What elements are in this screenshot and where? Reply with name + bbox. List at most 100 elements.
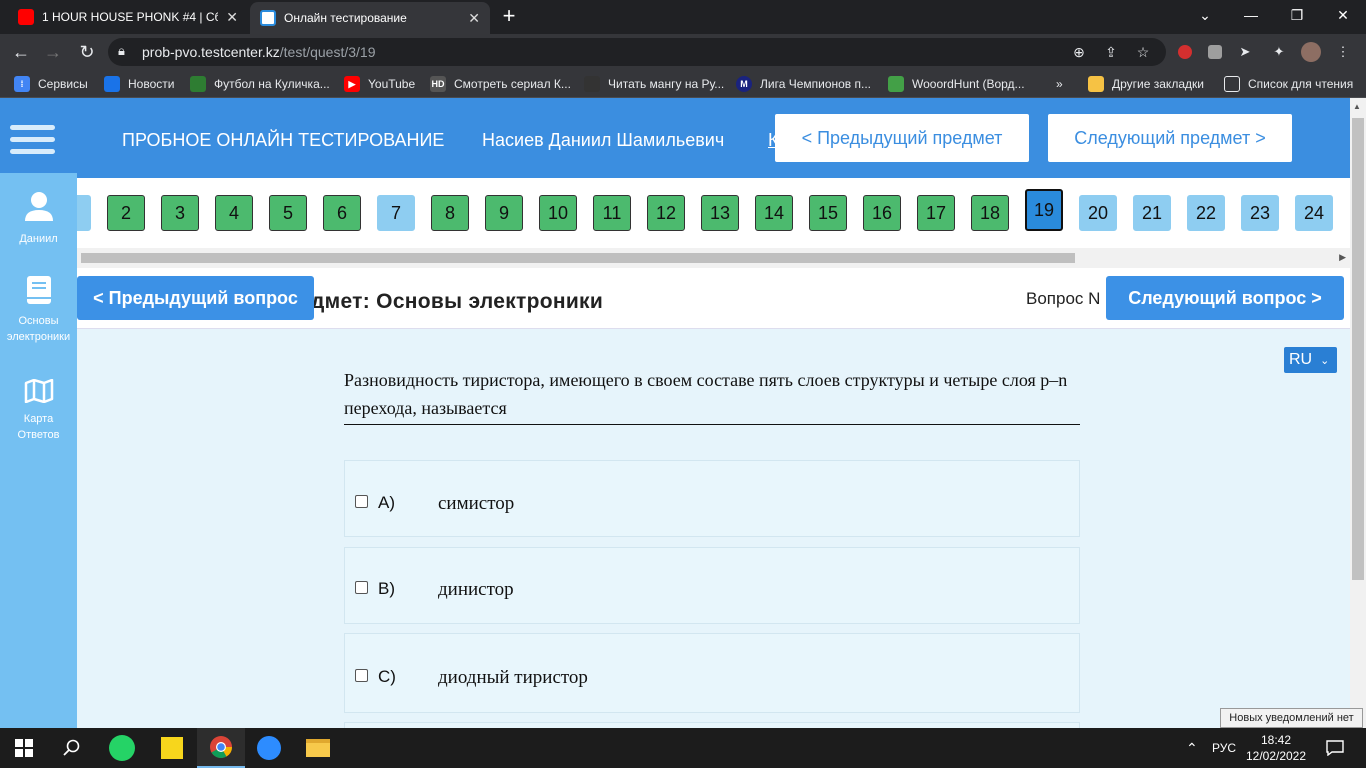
- bookmark-item[interactable]: HD Смотреть сериал К...: [430, 70, 571, 98]
- scroll-up-arrow-icon[interactable]: ▲: [1353, 102, 1361, 111]
- bookmark-label: Футбол на Куличка...: [214, 77, 330, 91]
- whatsapp-icon[interactable]: [98, 728, 146, 768]
- question-number-22[interactable]: 22: [1187, 195, 1225, 231]
- question-number-18[interactable]: 18: [971, 195, 1009, 231]
- question-number-19[interactable]: 19: [1025, 189, 1063, 231]
- zoom-icon[interactable]: [245, 728, 293, 768]
- question-number-11[interactable]: 11: [593, 195, 631, 231]
- zoom-icon[interactable]: ⊕: [1068, 38, 1090, 66]
- share-icon[interactable]: ⇪: [1100, 38, 1122, 66]
- bookmark-item[interactable]: Читать мангу на Ру...: [584, 70, 724, 98]
- browser-tab[interactable]: 1 HOUR HOUSE PHONK #4 | Сбо ✕: [8, 0, 248, 34]
- question-number-16[interactable]: 16: [863, 195, 901, 231]
- bookmark-item[interactable]: ▶ YouTube: [344, 70, 415, 98]
- menu-kebab-icon[interactable]: ⋮: [1332, 41, 1354, 63]
- horizontal-scrollbar-thumb[interactable]: [81, 253, 1075, 263]
- vertical-scrollbar[interactable]: ▲: [1350, 98, 1366, 728]
- web-page: ПРОБНОЕ ОНЛАЙН ТЕСТИРОВАНИЕ Насиев Дании…: [0, 98, 1350, 728]
- question-number-24[interactable]: 24: [1295, 195, 1333, 231]
- question-number-9[interactable]: 9: [485, 195, 523, 231]
- input-language[interactable]: РУС: [1212, 728, 1236, 768]
- bookmark-item[interactable]: Футбол на Куличка...: [190, 70, 330, 98]
- reading-list[interactable]: Список для чтения: [1224, 70, 1353, 98]
- question-number-7[interactable]: 7: [377, 195, 415, 231]
- search-icon[interactable]: [48, 728, 96, 768]
- browser-tab-strip: 1 HOUR HOUSE PHONK #4 | Сбо ✕ Онлайн тес…: [0, 0, 1366, 34]
- bookmark-item[interactable]: ⁞ Сервисы: [14, 70, 88, 98]
- question-number-13[interactable]: 13: [701, 195, 739, 231]
- windows-start-icon[interactable]: [0, 728, 48, 768]
- question-number-6[interactable]: 6: [323, 195, 361, 231]
- question-number-2[interactable]: 2: [107, 195, 145, 231]
- answer-checkbox[interactable]: [355, 669, 368, 682]
- forward-arrow-icon[interactable]: →: [40, 40, 66, 64]
- vertical-scrollbar-thumb[interactable]: [1352, 118, 1364, 580]
- answer-checkbox[interactable]: [355, 581, 368, 594]
- new-tab-button[interactable]: +: [498, 4, 520, 28]
- prev-question-button[interactable]: < Предыдущий вопрос: [77, 276, 314, 320]
- subject-title: дмет: Основы электроники: [311, 290, 604, 313]
- question-number-15[interactable]: 15: [809, 195, 847, 231]
- question-number-17[interactable]: 17: [917, 195, 955, 231]
- next-subject-button[interactable]: Следующий предмет >: [1048, 114, 1292, 162]
- notification-center-icon[interactable]: [1320, 728, 1350, 768]
- minimize-icon[interactable]: —: [1228, 0, 1274, 30]
- tab-search-chevron-icon[interactable]: ⌄: [1182, 0, 1228, 30]
- question-number-20[interactable]: 20: [1079, 195, 1117, 231]
- question-number-1[interactable]: 1: [77, 195, 91, 231]
- answer-checkbox[interactable]: [355, 495, 368, 508]
- question-number-3[interactable]: 3: [161, 195, 199, 231]
- question-number-8[interactable]: 8: [431, 195, 469, 231]
- menu-burger-icon[interactable]: [10, 125, 55, 130]
- question-number-10[interactable]: 10: [539, 195, 577, 231]
- language-select[interactable]: RU ⌄: [1284, 347, 1337, 373]
- sidebar-item-user[interactable]: Даниил: [0, 191, 77, 247]
- extension-icon[interactable]: [1204, 41, 1226, 63]
- next-question-button[interactable]: Следующий вопрос >: [1106, 276, 1344, 320]
- restore-icon[interactable]: ❐: [1274, 0, 1320, 30]
- back-arrow-icon[interactable]: ←: [8, 40, 34, 64]
- bookmark-label: Читать мангу на Ру...: [608, 77, 725, 91]
- question-number-12[interactable]: 12: [647, 195, 685, 231]
- tray-chevron-up-icon[interactable]: ⌃: [1186, 728, 1198, 768]
- sidebar-item-subject[interactable]: Основы электроники: [0, 275, 77, 345]
- profile-avatar[interactable]: [1300, 41, 1322, 63]
- question-number-14[interactable]: 14: [755, 195, 793, 231]
- question-number-21[interactable]: 21: [1133, 195, 1171, 231]
- bookmark-item[interactable]: M Лига Чемпионов п...: [736, 70, 871, 98]
- answer-option[interactable]: B) динистор: [344, 547, 1080, 624]
- notification-tooltip: Новых уведомлений нет: [1220, 708, 1363, 728]
- more-bookmarks-icon[interactable]: »: [1056, 70, 1063, 98]
- window-close-icon[interactable]: ✕: [1320, 0, 1366, 30]
- question-number-4[interactable]: 4: [215, 195, 253, 231]
- extensions-puzzle-icon[interactable]: ✦: [1268, 41, 1290, 63]
- bookmark-item[interactable]: Новости: [104, 70, 174, 98]
- answer-option[interactable]: A) симистор: [344, 460, 1080, 537]
- language-value: RU: [1289, 351, 1313, 368]
- close-icon[interactable]: ✕: [226, 9, 238, 26]
- sidebar-item-answer-map[interactable]: Карта Ответов: [0, 379, 77, 443]
- horizontal-scrollbar[interactable]: ▶: [77, 248, 1350, 268]
- prev-subject-button[interactable]: < Предыдущий предмет: [775, 114, 1029, 162]
- browser-tab-active[interactable]: Онлайн тестирование ✕: [250, 2, 490, 34]
- answer-text: динистор: [438, 579, 514, 600]
- clock[interactable]: 18:42 12/02/2022: [1246, 728, 1306, 768]
- address-bar[interactable]: 🔒︎ prob-pvo.testcenter.kz/test/quest/3/1…: [108, 38, 1166, 66]
- bookmark-item[interactable]: WooordHunt (Ворд...: [888, 70, 1025, 98]
- close-icon[interactable]: ✕: [468, 10, 480, 27]
- file-explorer-icon[interactable]: [294, 728, 342, 768]
- url-host: prob-pvo.testcenter.kz: [142, 44, 280, 60]
- question-number-label: Вопрос N: [1026, 289, 1101, 308]
- sticky-notes-icon[interactable]: [148, 728, 196, 768]
- answer-option[interactable]: C) диодный тиристор: [344, 633, 1080, 713]
- bookmark-folder[interactable]: Другие закладки: [1088, 70, 1204, 98]
- question-number-23[interactable]: 23: [1241, 195, 1279, 231]
- chrome-icon[interactable]: [197, 728, 245, 768]
- question-number-5[interactable]: 5: [269, 195, 307, 231]
- reload-icon[interactable]: ↻: [74, 40, 100, 64]
- scroll-right-arrow-icon[interactable]: ▶: [1339, 252, 1346, 263]
- adblock-extension-icon[interactable]: [1174, 41, 1196, 63]
- bookmark-label: YouTube: [368, 77, 416, 91]
- cursor-extension-icon[interactable]: ➤: [1234, 41, 1256, 63]
- bookmark-star-icon[interactable]: ☆: [1132, 38, 1154, 66]
